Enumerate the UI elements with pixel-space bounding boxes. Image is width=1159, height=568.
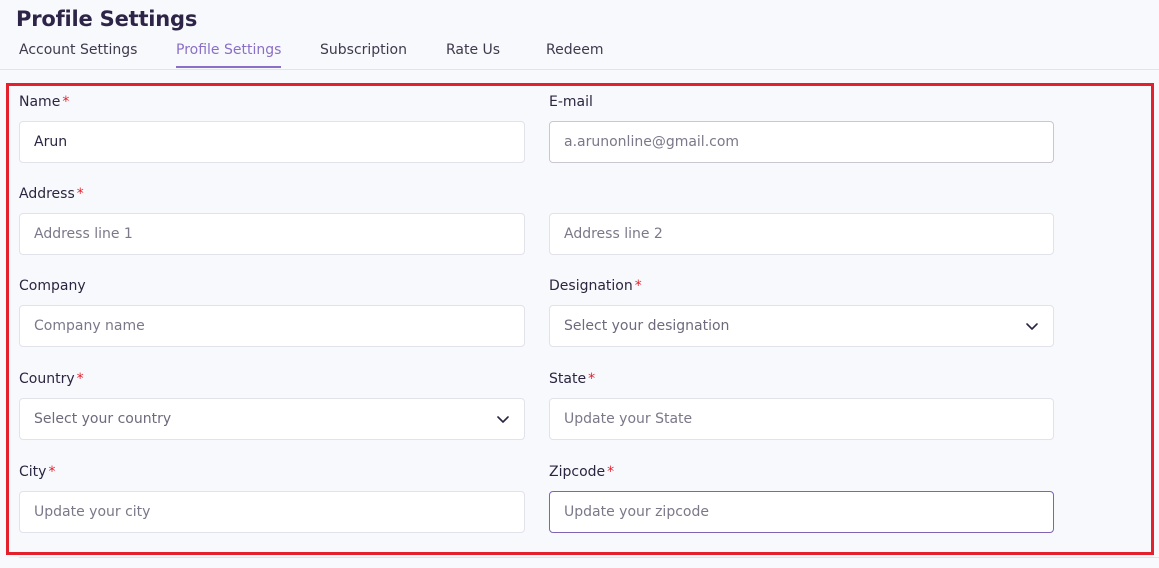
tab-account-settings[interactable]: Account Settings [19,42,137,66]
name-label-text: Name [19,94,61,110]
address-label: Address * [19,186,84,203]
page-title: Profile Settings [16,7,198,31]
company-label: Company [19,278,86,295]
city-label-text: City [19,464,47,480]
designation-selected-value: Select your designation [564,318,730,334]
company-label-text: Company [19,278,86,294]
country-label: Country * [19,371,84,388]
state-input[interactable] [549,398,1054,440]
tab-redeem[interactable]: Redeem [546,42,603,66]
address-line2-input[interactable] [549,213,1054,255]
chevron-down-icon [1026,323,1038,330]
required-marker: * [76,186,84,202]
city-input[interactable] [19,491,525,533]
address-line1-input[interactable] [19,213,525,255]
required-marker: * [588,371,596,387]
state-label-text: State [549,371,587,387]
designation-select[interactable]: Select your designation [549,305,1054,347]
name-label: Name * [19,94,69,111]
required-marker: * [48,464,56,480]
tab-rate-us[interactable]: Rate Us [446,42,500,66]
country-select[interactable]: Select your country [19,398,525,440]
required-marker: * [76,371,84,387]
country-selected-value: Select your country [34,411,172,427]
zipcode-label: Zipcode * [549,464,614,481]
tab-bar: Account Settings Profile Settings Subscr… [0,38,1159,70]
chevron-down-icon [497,416,509,423]
email-label: E-mail [549,94,593,111]
divider [19,557,1159,558]
city-label: City * [19,464,55,481]
designation-label: Designation * [549,278,642,295]
required-marker: * [634,278,642,294]
tab-profile-settings[interactable]: Profile Settings [176,42,282,68]
company-input[interactable] [19,305,525,347]
tab-subscription[interactable]: Subscription [320,42,407,66]
required-marker: * [62,94,70,110]
required-marker: * [607,464,615,480]
email-input[interactable] [549,121,1054,163]
zipcode-label-text: Zipcode [549,464,606,480]
zipcode-input[interactable] [549,491,1054,533]
name-input[interactable] [19,121,525,163]
country-label-text: Country [19,371,75,387]
address-label-text: Address [19,186,75,202]
email-label-text: E-mail [549,94,593,110]
state-label: State * [549,371,595,388]
designation-label-text: Designation [549,278,633,294]
